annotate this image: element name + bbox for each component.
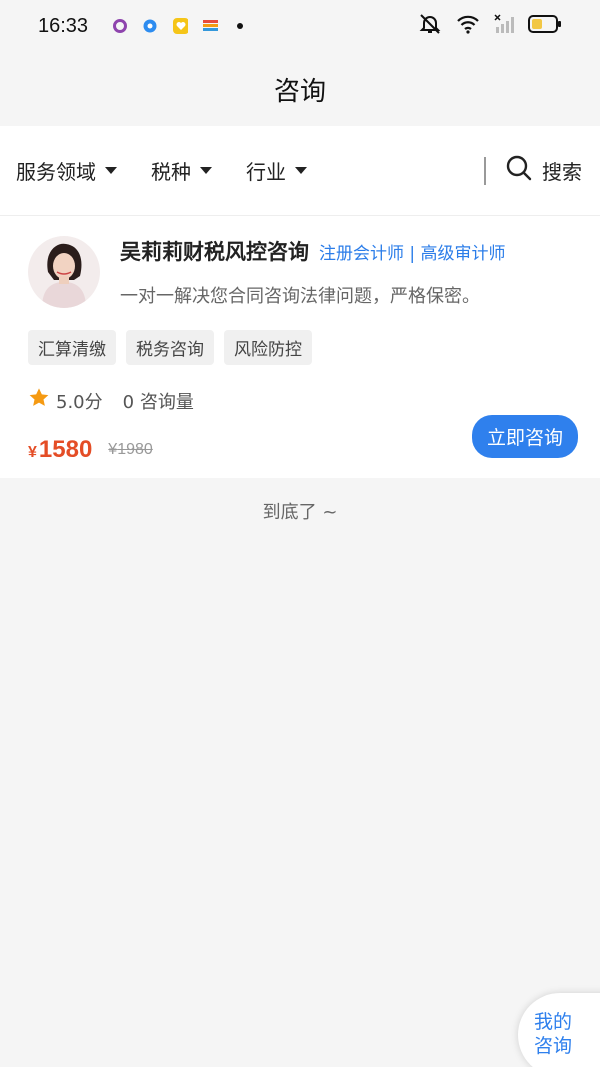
currency-symbol: ¥ [108,441,118,458]
current-price: ¥1580 [28,436,92,464]
currency-symbol: ¥ [28,444,37,461]
caret-down-icon [200,167,212,174]
my-consultations-button[interactable]: 我的 咨询 [518,993,600,1067]
filter-divider [484,156,486,185]
price-value: 1580 [38,436,93,463]
consult-count: 0 咨询量 [122,391,194,413]
caret-down-icon [295,167,307,174]
tag-item: 风险防控 [224,330,312,365]
tag-list: 汇算清缴 税务咨询 风险防控 [28,330,578,365]
original-price: ¥1980 [108,441,153,459]
star-icon [28,387,50,414]
consultant-card[interactable]: 吴莉莉财税风控咨询 注册会计师 | 高级审计师 一对一解决您合同咨询法律问题，严… [0,216,600,478]
consult-now-button[interactable]: 立即咨询 [471,415,578,458]
rating-value: 5.0分 [56,391,103,413]
tag-item: 汇算清缴 [28,330,116,365]
original-price-value: 1980 [117,441,153,458]
consultant-name: 吴莉莉财税风控咨询 [120,240,309,264]
battery-icon [528,14,562,38]
search-button[interactable]: 搜索 [506,155,582,186]
blue-circle-app-icon [142,18,158,34]
wifi-icon [456,14,480,38]
circle-app-icon [112,18,128,34]
search-label: 搜索 [542,160,582,184]
filter-service-area[interactable]: 服务领域 [16,156,117,185]
consultant-meta: 5.0分 0 咨询量 [28,387,578,414]
heart-app-icon [172,18,189,34]
consultant-description: 一对一解决您合同咨询法律问题，严格保密。 [120,286,480,307]
page-header: 咨询 [0,52,600,126]
status-time: 16:33 [38,14,89,37]
filter-tax-type[interactable]: 税种 [151,156,212,185]
caret-down-icon [105,167,117,174]
consultant-credentials: 注册会计师 | 高级审计师 [319,244,506,264]
filter-bar: 服务领域 税种 行业 搜索 [0,126,600,216]
filter-label: 行业 [246,160,286,184]
filter-label: 税种 [151,160,191,184]
mute-bell-icon [418,13,442,39]
signal-icon [494,14,514,38]
tag-item: 税务咨询 [126,330,214,365]
list-end-text: 到底了 ~ [262,502,338,523]
page-title: 咨询 [273,76,326,107]
filter-label: 服务领域 [16,160,96,184]
notification-dot-icon [232,18,248,34]
filter-industry[interactable]: 行业 [246,156,307,185]
search-icon [506,155,542,186]
float-button-line2: 咨询 [534,1035,573,1057]
avatar [28,236,100,308]
rainbow-app-icon [202,18,219,34]
status-bar: 16:33 [0,0,600,52]
float-button-line1: 我的 [534,1011,573,1034]
